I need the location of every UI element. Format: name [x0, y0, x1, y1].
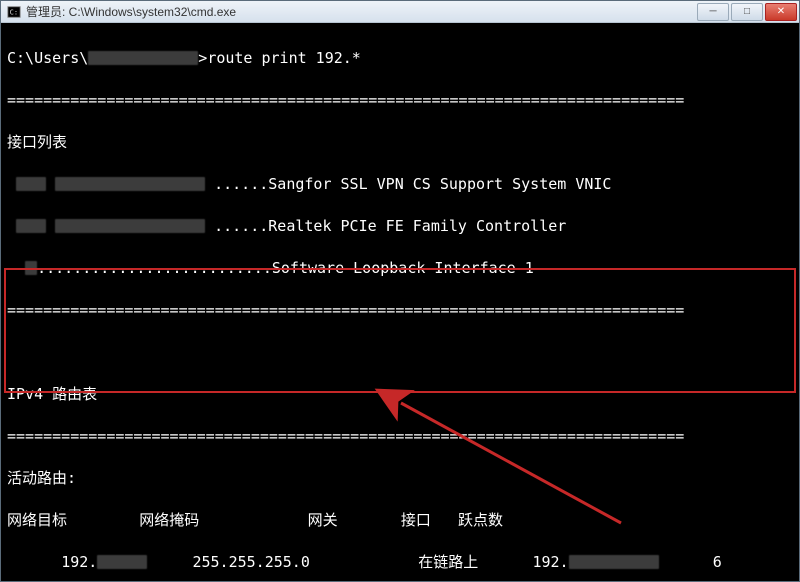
terminal-output[interactable]: C:\Users\>route print 192.* ============…	[1, 23, 799, 581]
redacted-username	[88, 51, 198, 65]
titlebar[interactable]: C: 管理员: C:\Windows\system32\cmd.exe ─ □ …	[1, 1, 799, 23]
iface-row-2: ..........................Software Loopb…	[7, 258, 793, 279]
separator: ========================================…	[7, 90, 793, 111]
route-highlight-box	[4, 268, 796, 393]
window-title: 管理员: C:\Windows\system32\cmd.exe	[26, 3, 695, 20]
close-button[interactable]: ✕	[765, 3, 797, 21]
cmd-window: C: 管理员: C:\Windows\system32\cmd.exe ─ □ …	[0, 0, 800, 582]
iface-row-1: ......Realtek PCIe FE Family Controller	[7, 216, 793, 237]
active-routes-label: 活动路由:	[7, 468, 793, 489]
command-text: route print 192.*	[207, 49, 361, 67]
window-controls: ─ □ ✕	[695, 3, 797, 21]
svg-text:C:: C:	[10, 8, 18, 16]
minimize-button[interactable]: ─	[697, 3, 729, 21]
cmd-icon: C:	[7, 5, 21, 19]
route-columns-header: 网络目标 网络掩码 网关 接口 跃点数	[7, 510, 793, 531]
maximize-button[interactable]: □	[731, 3, 763, 21]
interface-list-header: 接口列表	[7, 132, 793, 153]
separator: ========================================…	[7, 300, 793, 321]
iface-row-0: ......Sangfor SSL VPN CS Support System …	[7, 174, 793, 195]
prompt-line: C:\Users\>route print 192.*	[7, 48, 793, 69]
separator: ========================================…	[7, 426, 793, 447]
route-row-0: 192. 255.255.255.0 在链路上 192. 6	[7, 552, 793, 573]
ipv4-route-table-header: IPv4 路由表	[7, 384, 793, 405]
